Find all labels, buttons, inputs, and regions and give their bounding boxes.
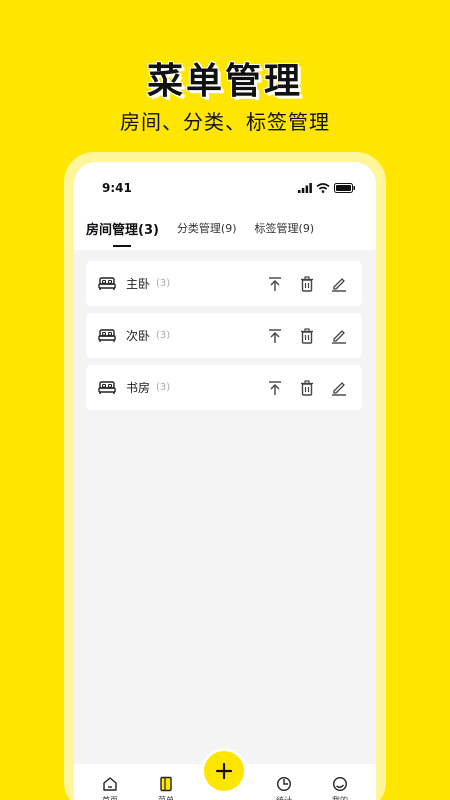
room-count: (3)	[156, 382, 171, 393]
nav-menu[interactable]: 菜单	[145, 776, 187, 800]
list-item[interactable]: 书房 (3)	[86, 365, 362, 410]
battery-icon	[334, 183, 355, 193]
tab-category-management[interactable]: 分类管理(9)	[177, 220, 237, 236]
plus-icon	[215, 762, 233, 780]
list-item[interactable]: 主卧 (3)	[86, 261, 362, 306]
row-actions	[266, 327, 348, 345]
bed-icon	[98, 276, 118, 292]
nav-home[interactable]: 首页	[89, 776, 131, 800]
edit-icon[interactable]	[330, 379, 348, 397]
pie-chart-icon	[276, 776, 292, 792]
wifi-icon	[316, 183, 330, 193]
room-count: (3)	[156, 330, 171, 341]
nav-menu-label: 菜单	[158, 795, 174, 800]
status-icons	[298, 183, 356, 193]
nav-stats[interactable]: 统计	[263, 776, 305, 800]
move-to-top-icon[interactable]	[266, 379, 284, 397]
phone-screen: 9:41 房间管理(3) 分类管理(9) 标签管理(9) 主卧 (3) 次卧 (…	[74, 162, 376, 800]
row-actions	[266, 275, 348, 293]
trash-icon[interactable]	[298, 379, 316, 397]
tab-bar: 房间管理(3) 分类管理(9) 标签管理(9)	[74, 206, 376, 250]
bed-icon	[98, 328, 118, 344]
hero-subtitle: 房间、分类、标签管理	[120, 110, 330, 134]
signal-icon	[298, 183, 312, 193]
room-name: 次卧	[126, 329, 151, 343]
status-bar: 9:41	[74, 162, 376, 206]
profile-icon	[332, 776, 348, 792]
room-name: 主卧	[126, 277, 151, 291]
add-button[interactable]	[201, 748, 247, 794]
phone-frame: 9:41 房间管理(3) 分类管理(9) 标签管理(9) 主卧 (3) 次卧 (…	[64, 152, 386, 800]
status-time: 9:41	[102, 181, 132, 195]
nav-stats-label: 统计	[276, 795, 292, 800]
menu-book-icon	[160, 776, 172, 792]
nav-profile-label: 我的	[332, 795, 348, 800]
tab-room-management[interactable]: 房间管理(3)	[86, 219, 159, 238]
move-to-top-icon[interactable]	[266, 327, 284, 345]
edit-icon[interactable]	[330, 275, 348, 293]
room-name: 书房	[126, 381, 151, 395]
edit-icon[interactable]	[330, 327, 348, 345]
room-list: 主卧 (3) 次卧 (3) 书房 (3)	[86, 261, 362, 417]
nav-profile[interactable]: 我的	[319, 776, 361, 800]
home-icon	[103, 777, 117, 791]
bed-icon	[98, 380, 118, 396]
tab-tag-management[interactable]: 标签管理(9)	[255, 220, 315, 236]
hero-title: 菜单管理	[146, 61, 303, 102]
nav-home-label: 首页	[102, 795, 118, 800]
move-to-top-icon[interactable]	[266, 275, 284, 293]
trash-icon[interactable]	[298, 275, 316, 293]
row-actions	[266, 379, 348, 397]
list-item[interactable]: 次卧 (3)	[86, 313, 362, 358]
trash-icon[interactable]	[298, 327, 316, 345]
room-count: (3)	[156, 278, 171, 289]
